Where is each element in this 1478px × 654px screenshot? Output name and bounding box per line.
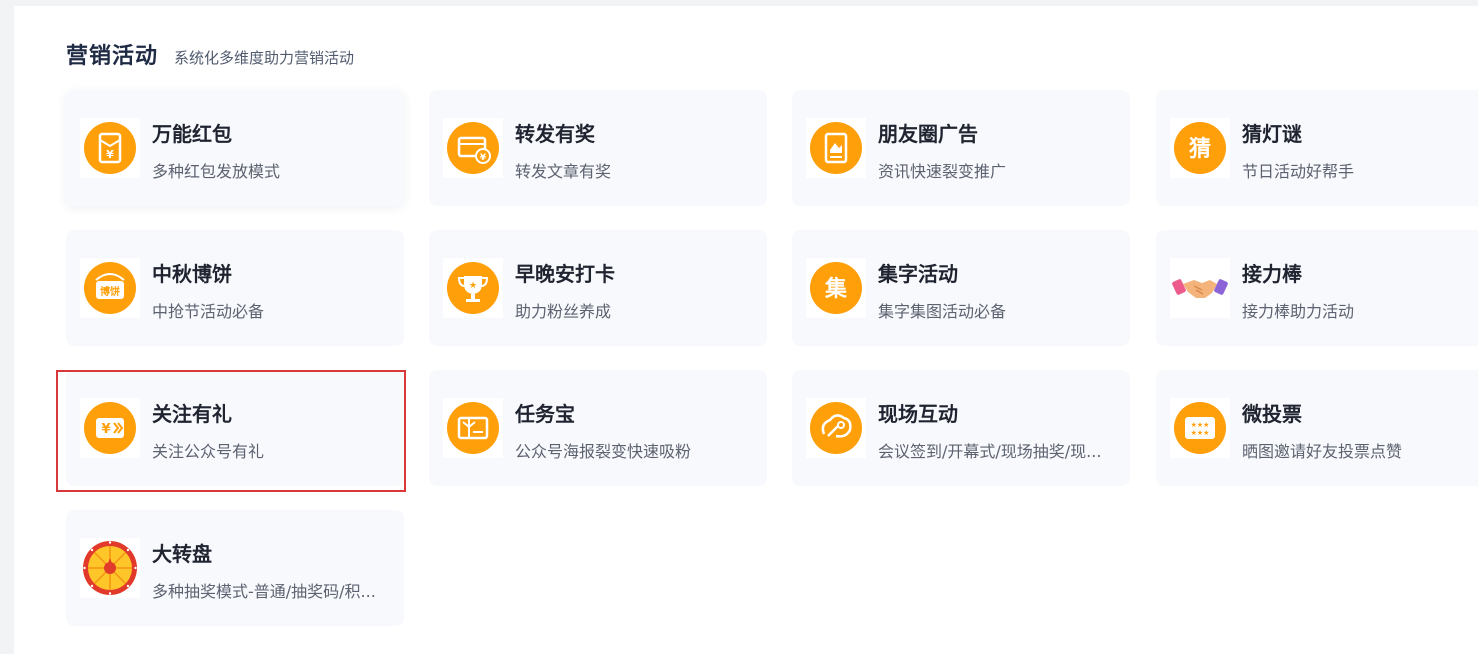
card-jizi-huodong[interactable]: 集 集字活动 集字集图活动必备 — [792, 230, 1130, 346]
card-wei-toupiao[interactable]: ★★★ ★★★ 微投票 晒图邀请好友投票点赞 — [1156, 370, 1478, 486]
icon-glyph: ★ — [469, 281, 477, 291]
handshake-icon — [1170, 258, 1230, 318]
lucky-wheel-icon — [80, 538, 140, 598]
card-desc: 晒图邀请好友投票点赞 — [1242, 442, 1403, 461]
card-desc: 中抢节活动必备 — [152, 302, 265, 321]
card-wanneng-hongbao[interactable]: ¥ 万能红包 多种红包发放模式 — [66, 90, 404, 206]
red-envelope-icon: ¥ — [80, 118, 140, 178]
task-treasure-icon — [443, 398, 503, 458]
svg-text:¥: ¥ — [106, 148, 114, 161]
card-desc: 公众号海报裂变快速吸粉 — [515, 442, 692, 461]
card-desc: 关注公众号有礼 — [152, 442, 265, 461]
card-desc: 集字集图活动必备 — [878, 302, 1007, 321]
moments-ad-icon — [806, 118, 866, 178]
card-title: 微投票 — [1242, 402, 1302, 426]
lantern-riddle-icon: 猜 — [1170, 118, 1230, 178]
card-pengyouquan-guanggao[interactable]: 朋友圈广告 资讯快速裂变推广 — [792, 90, 1130, 206]
icon-glyph: 博饼 — [100, 285, 120, 298]
card-desc: 助力粉丝养成 — [515, 302, 612, 321]
card-zhuanfa-youjiang[interactable]: ¥ 转发有奖 转发文章有奖 — [429, 90, 767, 206]
icon-glyph: ¥ — [101, 422, 110, 437]
card-cai-dengmi[interactable]: 猜 猜灯谜 节日活动好帮手 — [1156, 90, 1478, 206]
section-subtitle: 系统化多维度助力营销活动 — [174, 49, 355, 67]
card-title: 朋友圈广告 — [878, 122, 978, 146]
mooncake-icon: 博饼 — [80, 258, 140, 318]
card-title: 猜灯谜 — [1242, 122, 1302, 146]
card-title: 中秋博饼 — [152, 262, 232, 286]
trophy-checkin-icon: ★ — [443, 258, 503, 318]
card-zhongqiu-bobing[interactable]: 博饼 中秋博饼 中抢节活动必备 — [66, 230, 404, 346]
forward-reward-icon: ¥ — [443, 118, 503, 178]
marketing-panel: 营销活动 系统化多维度助力营销活动 ¥ 万能红包 多种红包发放模式 ¥ 转发有奖… — [14, 6, 1478, 654]
card-title: 万能红包 — [152, 122, 232, 146]
card-desc: 资讯快速裂变推广 — [878, 162, 1007, 181]
card-xianchang-hudong[interactable]: 现场互动 会议签到/开幕式/现场抽奖/现... — [792, 370, 1130, 486]
icon-glyph: ★★★ — [1191, 421, 1210, 429]
card-desc: 会议签到/开幕式/现场抽奖/现... — [878, 442, 1102, 461]
card-desc: 接力棒助力活动 — [1242, 302, 1355, 321]
card-title: 集字活动 — [878, 262, 958, 286]
card-desc: 转发文章有奖 — [515, 162, 612, 181]
card-guanzhu-youli[interactable]: ¥ 关注有礼 关注公众号有礼 — [66, 370, 404, 486]
follow-gift-icon: ¥ — [80, 398, 140, 458]
icon-glyph: 猜 — [1188, 137, 1211, 162]
svg-text:¥: ¥ — [480, 153, 487, 163]
card-title: 转发有奖 — [515, 122, 595, 146]
card-da-zhuanpan[interactable]: 大转盘 多种抽奖模式-普通/抽奖码/积... — [66, 510, 404, 626]
card-desc: 多种红包发放模式 — [152, 162, 281, 181]
icon-glyph: ★★★ — [1191, 429, 1210, 437]
card-title: 早晚安打卡 — [515, 262, 615, 286]
card-title: 现场互动 — [878, 402, 958, 426]
card-desc: 节日活动好帮手 — [1242, 162, 1355, 181]
card-title: 任务宝 — [515, 402, 575, 426]
card-title: 接力棒 — [1242, 262, 1302, 286]
card-zaowanan-daka[interactable]: ★ 早晚安打卡 助力粉丝养成 — [429, 230, 767, 346]
card-title: 关注有礼 — [152, 402, 232, 426]
card-desc: 多种抽奖模式-普通/抽奖码/积... — [152, 582, 376, 601]
card-title: 大转盘 — [152, 542, 212, 566]
section-header: 营销活动 系统化多维度助力营销活动 — [66, 38, 354, 70]
icon-glyph: 集 — [824, 276, 848, 302]
section-title: 营销活动 — [66, 44, 159, 69]
live-interaction-icon — [806, 398, 866, 458]
card-jielibang[interactable]: 接力棒 接力棒助力活动 — [1156, 230, 1478, 346]
vote-icon: ★★★ ★★★ — [1170, 398, 1230, 458]
collect-words-icon: 集 — [806, 258, 866, 318]
card-renwubao[interactable]: 任务宝 公众号海报裂变快速吸粉 — [429, 370, 767, 486]
